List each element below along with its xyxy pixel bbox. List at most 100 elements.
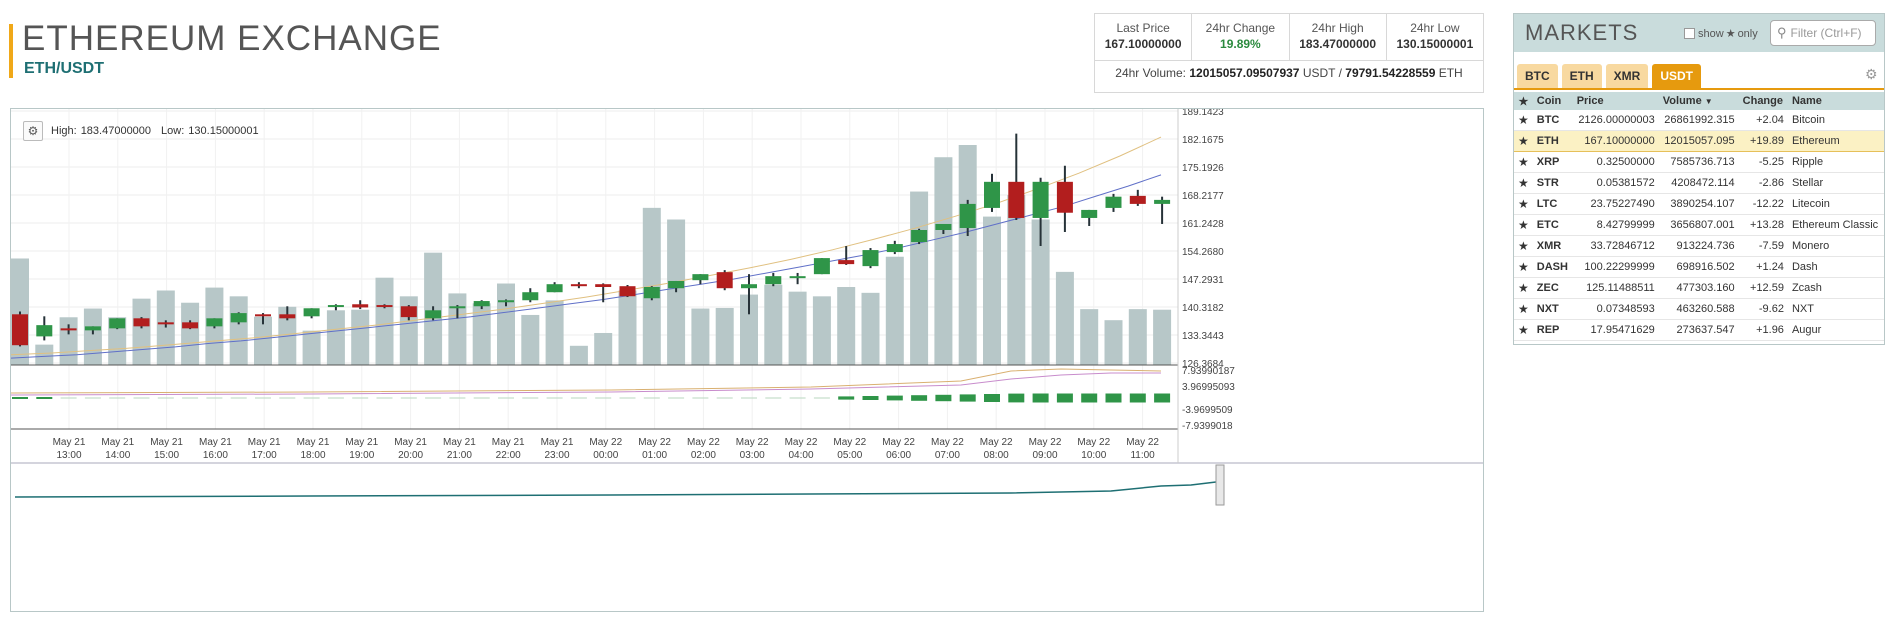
macd-histogram-bar <box>157 397 174 399</box>
market-row-dash[interactable]: ★ DASH 100.22299999 698916.502 +1.24 Dash <box>1514 256 1884 278</box>
markets-settings-gear-icon[interactable]: ⚙ <box>1865 66 1878 83</box>
coin-cell: XRP <box>1532 151 1573 173</box>
star-icon[interactable]: ★ <box>1514 298 1533 320</box>
star-icon[interactable]: ★ <box>1514 256 1533 278</box>
macd-histogram-bar <box>84 397 101 399</box>
star-icon[interactable]: ★ <box>1514 130 1533 152</box>
column-header-coin[interactable]: Coin <box>1532 92 1573 110</box>
volume-cell: 477303.160 <box>1658 277 1739 299</box>
macd-histogram-bar <box>36 397 53 399</box>
macd-histogram-bar <box>473 397 490 399</box>
coin-cell: ETC <box>1532 214 1573 236</box>
volume-bar <box>885 256 904 365</box>
navigator-series <box>14 481 1217 498</box>
macd-histogram-bar <box>327 397 344 399</box>
chart-high-label: High: <box>51 125 77 137</box>
market-row-rep[interactable]: ★ REP 17.95471629 273637.547 +1.96 Augur <box>1514 319 1884 341</box>
x-tick-date: May 22 <box>1029 437 1062 448</box>
market-row-eth[interactable]: ★ ETH 167.10000000 12015057.095 +19.89 Ethere… <box>1514 130 1884 152</box>
candle-down <box>376 305 393 308</box>
macd-histogram-bar <box>206 397 223 399</box>
x-tick-date: May 22 <box>1126 437 1159 448</box>
volume-bar <box>910 191 929 365</box>
volume-bar <box>837 287 856 365</box>
candle-up <box>206 318 223 327</box>
y-tick-label: 140.3182 <box>1182 303 1224 314</box>
price-cell: 8.42799999 <box>1572 214 1659 236</box>
macd-histogram-bar <box>546 397 563 399</box>
stat-label: 24hr Low <box>1410 21 1460 35</box>
market-row-nxt[interactable]: ★ NXT 0.07348593 463260.588 -9.62 NXT <box>1514 298 1884 320</box>
market-row-xrp[interactable]: ★ XRP 0.32500000 7585736.713 -5.25 Ripple <box>1514 151 1884 173</box>
market-row-xmr[interactable]: ★ XMR 33.72846712 913224.736 -7.59 Monero <box>1514 235 1884 257</box>
candle-down <box>595 284 612 288</box>
volume-eth-unit: ETH <box>1438 66 1463 80</box>
y-tick-label: 175.1926 <box>1182 163 1224 174</box>
volume-bar <box>1153 309 1172 365</box>
column-header-price[interactable]: Price <box>1572 92 1659 110</box>
x-tick-time: 22:00 <box>496 450 521 461</box>
star-icon[interactable]: ★ <box>1514 235 1533 257</box>
tab-btc[interactable]: BTC <box>1517 64 1558 88</box>
volume-bar <box>934 157 953 365</box>
chart-low-label: Low: <box>161 125 185 137</box>
x-tick-date: May 22 <box>687 437 720 448</box>
macd-histogram-bar <box>741 397 757 399</box>
volume-bar <box>326 310 345 365</box>
volume-bar <box>764 284 783 365</box>
market-row-zec[interactable]: ★ ZEC 125.11488511 477303.160 +12.59 Zcash <box>1514 277 1884 299</box>
chart-canvas[interactable]: 189.1423 182.1675 175.1926 168.2177 161.2428… <box>11 109 1483 611</box>
x-tick-time: 23:00 <box>544 450 569 461</box>
column-header-change[interactable]: Change <box>1738 92 1788 110</box>
volume-bar <box>691 308 710 365</box>
markets-filter-input[interactable]: ⚲ Filter (Ctrl+F) <box>1770 20 1876 46</box>
tab-xmr[interactable]: XMR <box>1605 64 1649 88</box>
chart-settings-button[interactable]: ⚙ <box>23 121 43 141</box>
macd-histogram-bar <box>935 394 952 402</box>
star-icon[interactable]: ★ <box>1514 193 1533 215</box>
star-icon[interactable]: ★ <box>1514 110 1533 131</box>
change-cell: +19.89 <box>1738 130 1788 152</box>
volume-line: 24hr Volume: 12015057.09507937 USDT / 79… <box>1095 66 1483 80</box>
market-row-str[interactable]: ★ STR 0.05381572 4208472.114 -2.86 Stellar <box>1514 172 1884 194</box>
stat-value: 183.47000000 <box>1299 37 1376 51</box>
star-icon[interactable]: ★ <box>1514 277 1533 299</box>
star-icon[interactable]: ★ <box>1514 214 1533 236</box>
stat-24hr-change: 24hr Change 19.89% <box>1192 14 1290 60</box>
volume-bar <box>983 216 1001 365</box>
candle-down <box>1008 181 1025 218</box>
volume-bar <box>594 332 613 365</box>
x-tick-date: May 21 <box>150 437 183 448</box>
star-column-header[interactable]: ★ <box>1514 92 1533 110</box>
macd-tick-label: 7.93990187 <box>1182 366 1235 377</box>
market-row-etc[interactable]: ★ ETC 8.42799999 3656807.001 +13.28 Ethereum … <box>1514 214 1884 236</box>
show-starred-toggle[interactable]: show ★ only <box>1684 27 1758 40</box>
x-tick-date: May 22 <box>931 437 964 448</box>
column-header-volume[interactable]: Volume ▼ <box>1658 92 1739 110</box>
tab-eth[interactable]: ETH <box>1561 64 1602 88</box>
market-row-ltc[interactable]: ★ LTC 23.75227490 3890254.107 -12.22 Litecoin <box>1514 193 1884 215</box>
macd-signal-line <box>11 368 1162 394</box>
price-chart[interactable]: 189.1423 182.1675 175.1926 168.2177 161.2428… <box>10 108 1484 612</box>
volume-usdt: 12015057.09507937 <box>1189 66 1300 80</box>
price-cell: 0.05381572 <box>1572 172 1659 194</box>
tab-usdt[interactable]: USDT <box>1652 64 1702 88</box>
macd-histogram-bar <box>838 396 855 400</box>
star-icon[interactable]: ★ <box>1514 319 1533 341</box>
column-header-name[interactable]: Name <box>1787 92 1884 110</box>
x-tick-time: 08:00 <box>984 450 1009 461</box>
y-tick-label: 168.2177 <box>1182 191 1224 202</box>
x-tick-date: May 21 <box>297 437 330 448</box>
macd-histogram-bar <box>862 396 879 400</box>
gear-icon: ⚙ <box>27 124 39 138</box>
candle-up <box>498 300 514 303</box>
market-row-btc[interactable]: ★ BTC 2126.00000003 26861992.315 +2.04 Bitcoi… <box>1514 110 1884 131</box>
star-icon[interactable]: ★ <box>1514 172 1533 194</box>
star-icon[interactable]: ★ <box>1514 151 1533 173</box>
volume-bar <box>788 291 807 365</box>
volume-bar <box>1128 309 1147 365</box>
volume-bar <box>156 290 175 365</box>
y-tick-label: 133.3443 <box>1182 331 1224 342</box>
markets-table: ★ Coin Price Volume ▼ Change Name ★ BTC 21… <box>1514 92 1884 341</box>
show-starred-checkbox[interactable] <box>1684 28 1695 39</box>
